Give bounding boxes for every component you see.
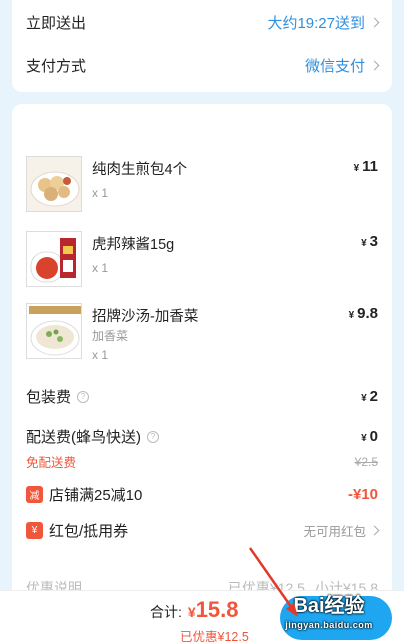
annotation-arrow: [248, 547, 298, 617]
